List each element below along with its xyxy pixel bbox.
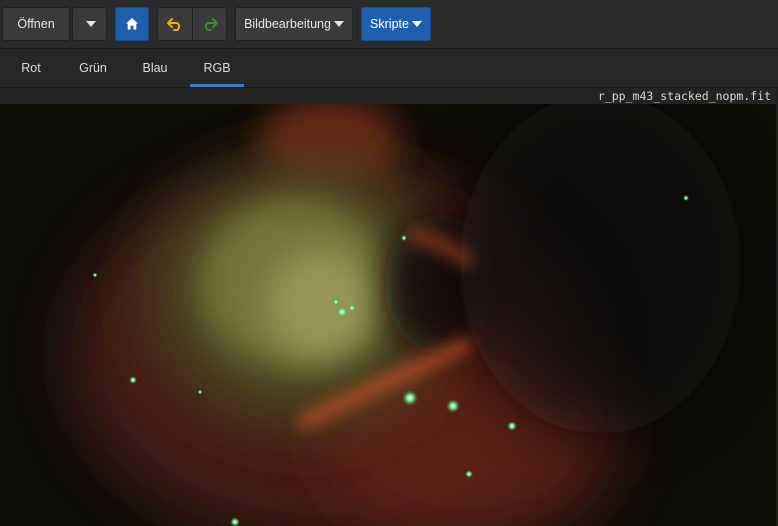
redo-button[interactable] bbox=[192, 7, 227, 41]
toolbar: Öffnen Bildbearbeitung Skripte bbox=[0, 0, 778, 49]
image-editing-label: Bildbearbeitung bbox=[244, 17, 331, 31]
tab-rgb-label: RGB bbox=[203, 61, 231, 75]
nebula-image bbox=[0, 104, 778, 526]
channel-tabs: Rot Grün Blau RGB bbox=[0, 49, 778, 88]
image-editing-menu-button[interactable]: Bildbearbeitung bbox=[235, 7, 353, 41]
tab-red-label: Rot bbox=[21, 61, 41, 75]
tab-green[interactable]: Grün bbox=[68, 49, 118, 87]
undo-button[interactable] bbox=[157, 7, 193, 41]
file-name: r_pp_m43_stacked_nopm.fit bbox=[597, 89, 771, 103]
tab-rgb[interactable]: RGB bbox=[190, 49, 244, 87]
open-button-label: Öffnen bbox=[17, 17, 55, 31]
undo-icon bbox=[167, 18, 181, 31]
app-window: Öffnen Bildbearbeitung Skripte Rot Grün … bbox=[0, 0, 778, 526]
chevron-down-icon bbox=[333, 21, 344, 27]
scripts-menu-button[interactable]: Skripte bbox=[361, 7, 431, 41]
image-viewer[interactable] bbox=[0, 104, 778, 526]
open-button[interactable]: Öffnen bbox=[2, 7, 70, 41]
chevron-down-icon bbox=[86, 21, 96, 27]
tab-red[interactable]: Rot bbox=[6, 49, 56, 87]
file-info-bar: r_pp_m43_stacked_nopm.fit bbox=[0, 88, 778, 104]
home-icon bbox=[126, 18, 138, 30]
tab-green-label: Grün bbox=[79, 61, 107, 75]
scripts-label: Skripte bbox=[370, 17, 409, 31]
chevron-down-icon bbox=[411, 21, 422, 27]
home-button[interactable] bbox=[115, 7, 149, 41]
redo-icon bbox=[204, 18, 218, 31]
open-menu-button[interactable] bbox=[72, 7, 107, 41]
tab-blue[interactable]: Blau bbox=[130, 49, 180, 87]
tab-blue-label: Blau bbox=[142, 61, 168, 75]
